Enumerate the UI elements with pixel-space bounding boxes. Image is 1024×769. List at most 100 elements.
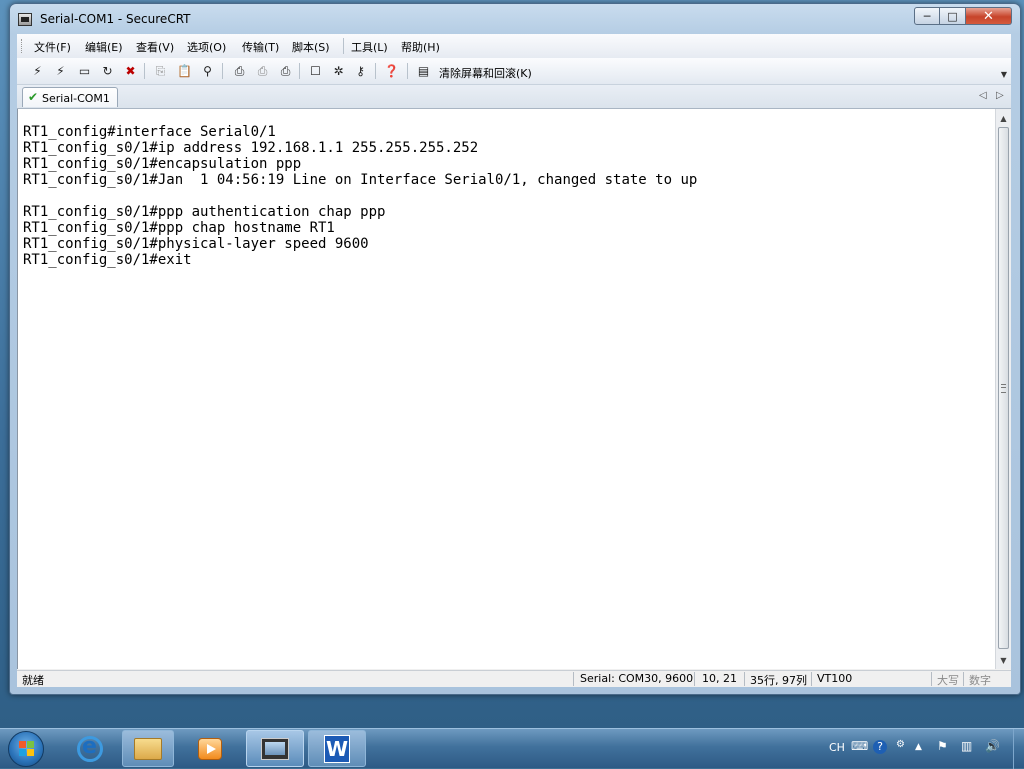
title-bar[interactable]: Serial-COM1 - SecureCRT ─ □ ✕ <box>10 4 1020 34</box>
paste-icon[interactable]: 📋 <box>176 63 193 79</box>
connect-icon[interactable]: ⚡ <box>29 63 46 79</box>
show-desktop-button[interactable] <box>1013 729 1024 769</box>
taskbar: W CH ⌨ ? ⚙ ▲ ⚑ ▥ 🔊 <box>0 728 1024 769</box>
scroll-thumb[interactable] <box>998 127 1009 649</box>
taskbar-file-explorer[interactable] <box>122 730 174 767</box>
tab-scroll-right-icon[interactable]: ▷ <box>996 90 1004 101</box>
terminal-line: RT1_config_s0/1#physical-layer speed 960… <box>23 236 369 252</box>
menu-view[interactable]: 查看(V) <box>136 39 174 55</box>
terminal-line: RT1_config_s0/1#ip address 192.168.1.1 2… <box>23 140 479 156</box>
menu-separator <box>343 38 344 54</box>
menu-tools[interactable]: 工具(L) <box>351 39 388 55</box>
internet-explorer-icon <box>77 734 103 762</box>
toolbar-separator <box>144 63 145 79</box>
tab-scroll-left-icon[interactable]: ◁ <box>979 90 987 101</box>
status-separator <box>573 672 574 686</box>
status-separator <box>931 672 932 686</box>
status-ready: 就绪 <box>22 674 44 687</box>
language-indicator[interactable]: CH <box>829 741 845 754</box>
print-setup-icon[interactable]: ⎙ <box>277 63 294 79</box>
toolbar-separator <box>375 63 376 79</box>
terminal-view[interactable]: RT1_config#interface Serial0/1 RT1_config… <box>17 109 995 669</box>
global-options-icon[interactable]: ✲ <box>330 63 347 79</box>
quick-connect-icon[interactable]: ⚡ <box>52 63 69 79</box>
show-hidden-icons[interactable]: ▲ <box>915 743 922 752</box>
terminal-line: RT1_config_s0/1#exit <box>23 252 192 268</box>
print-selection-icon[interactable]: ⎙ <box>254 63 271 79</box>
terminal-line: RT1_config_s0/1#encapsulation ppp <box>23 156 302 172</box>
taskbar-securecrt[interactable] <box>246 730 304 767</box>
tab-label: Serial-COM1 <box>42 92 110 105</box>
terminal-output: RT1_config#interface Serial0/1 RT1_config… <box>23 124 697 268</box>
status-separator <box>811 672 812 686</box>
menu-options[interactable]: 选项(O) <box>187 39 226 55</box>
ime-settings-icon[interactable]: ⚙ <box>896 740 905 750</box>
status-bar: 就绪 Serial: COM30, 9600 10, 21 35行, 97列 V… <box>17 670 1011 687</box>
menu-transfer[interactable]: 传输(T) <box>242 39 279 55</box>
file-explorer-icon <box>134 737 162 760</box>
help-tray-icon[interactable]: ? <box>873 740 887 754</box>
connected-check-icon: ✔ <box>28 90 39 104</box>
menu-bar: 文件(F) 编辑(E) 查看(V) 选项(O) 传输(T) 脚本(S) 工具(L… <box>17 34 1011 58</box>
status-num: 数字 <box>969 674 991 687</box>
scroll-up-icon[interactable]: ▲ <box>996 110 1011 126</box>
vertical-scrollbar[interactable]: ▲ ▼ <box>995 109 1011 669</box>
keymap-icon[interactable]: ⚷ <box>352 63 369 79</box>
status-cursor: 10, 21 <box>702 672 737 685</box>
status-caps: 大写 <box>937 674 959 687</box>
media-player-icon <box>198 737 222 760</box>
menu-grip[interactable] <box>21 39 25 53</box>
action-center-flag-icon[interactable]: ⚑ <box>937 740 948 752</box>
wps-writer-icon: W <box>324 734 350 763</box>
disconnect-icon[interactable]: ✖ <box>122 63 139 79</box>
terminal-line: RT1_config_s0/1#ppp chap hostname RT1 <box>23 220 335 236</box>
find-icon[interactable]: ⚲ <box>199 63 216 79</box>
tab-bar: ✔ Serial-COM1 ◁ ▷ <box>17 85 1011 109</box>
terminal-line: RT1_config#interface Serial0/1 <box>23 124 276 140</box>
status-separator <box>694 672 695 686</box>
copy-icon[interactable]: ⎘ <box>152 63 169 79</box>
volume-icon[interactable]: 🔊 <box>985 740 1000 752</box>
client-area: 文件(F) 编辑(E) 查看(V) 选项(O) 传输(T) 脚本(S) 工具(L… <box>17 34 1011 687</box>
clear-screen-icon[interactable]: ▤ <box>415 63 432 79</box>
menu-edit[interactable]: 编辑(E) <box>85 39 123 55</box>
status-separator <box>744 672 745 686</box>
scroll-down-icon[interactable]: ▼ <box>996 652 1011 668</box>
status-size: 35行, 97列 <box>750 674 807 687</box>
maximize-button[interactable]: □ <box>940 7 966 25</box>
session-options-icon[interactable]: ☐ <box>307 63 324 79</box>
status-emulation: VT100 <box>817 672 853 685</box>
reconnect-icon[interactable]: ↻ <box>99 63 116 79</box>
toolbar-separator <box>407 63 408 79</box>
clear-screen-button[interactable]: 清除屏幕和回滚(K) <box>439 65 532 81</box>
securecrt-app-icon[interactable] <box>18 13 32 26</box>
tab-serial-com1[interactable]: ✔ Serial-COM1 <box>22 87 118 107</box>
print-icon[interactable]: ⎙ <box>231 63 248 79</box>
minimize-button[interactable]: ─ <box>914 7 940 25</box>
menu-help[interactable]: 帮助(H) <box>401 39 440 55</box>
close-button[interactable]: ✕ <box>966 7 1012 25</box>
taskbar-internet-explorer[interactable] <box>64 730 116 767</box>
menu-script[interactable]: 脚本(S) <box>292 39 330 55</box>
start-button[interactable] <box>8 731 44 767</box>
keyboard-icon[interactable]: ⌨ <box>851 740 868 752</box>
securecrt-window: Serial-COM1 - SecureCRT ─ □ ✕ 文件(F) 编辑(E… <box>9 3 1021 695</box>
status-connection: Serial: COM30, 9600 <box>580 672 694 685</box>
connect-in-tab-icon[interactable]: ▭ <box>76 63 93 79</box>
status-separator <box>963 672 964 686</box>
terminal-line: RT1_config_s0/1#ppp authentication chap … <box>23 204 386 220</box>
window-controls: ─ □ ✕ <box>914 7 1012 25</box>
toolbar-separator <box>222 63 223 79</box>
terminal-line: RT1_config_s0/1#Jan 1 04:56:19 Line on I… <box>23 172 698 188</box>
toolbar-separator <box>299 63 300 79</box>
taskbar-media-player[interactable] <box>184 730 236 767</box>
network-icon[interactable]: ▥ <box>961 740 972 752</box>
toolbar-overflow-icon[interactable]: ▼ <box>1001 70 1007 79</box>
window-title: Serial-COM1 - SecureCRT <box>40 12 191 26</box>
taskbar-wps-writer[interactable]: W <box>308 730 366 767</box>
menu-file[interactable]: 文件(F) <box>34 39 71 55</box>
scroll-grip-icon <box>1001 384 1006 393</box>
toolbar: ⚡ ⚡ ▭ ↻ ✖ ⎘ 📋 ⚲ ⎙ ⎙ ⎙ ☐ ✲ ⚷ ❓ ▤ 清除屏幕和回滚(… <box>17 58 1011 85</box>
help-icon[interactable]: ❓ <box>383 63 400 79</box>
